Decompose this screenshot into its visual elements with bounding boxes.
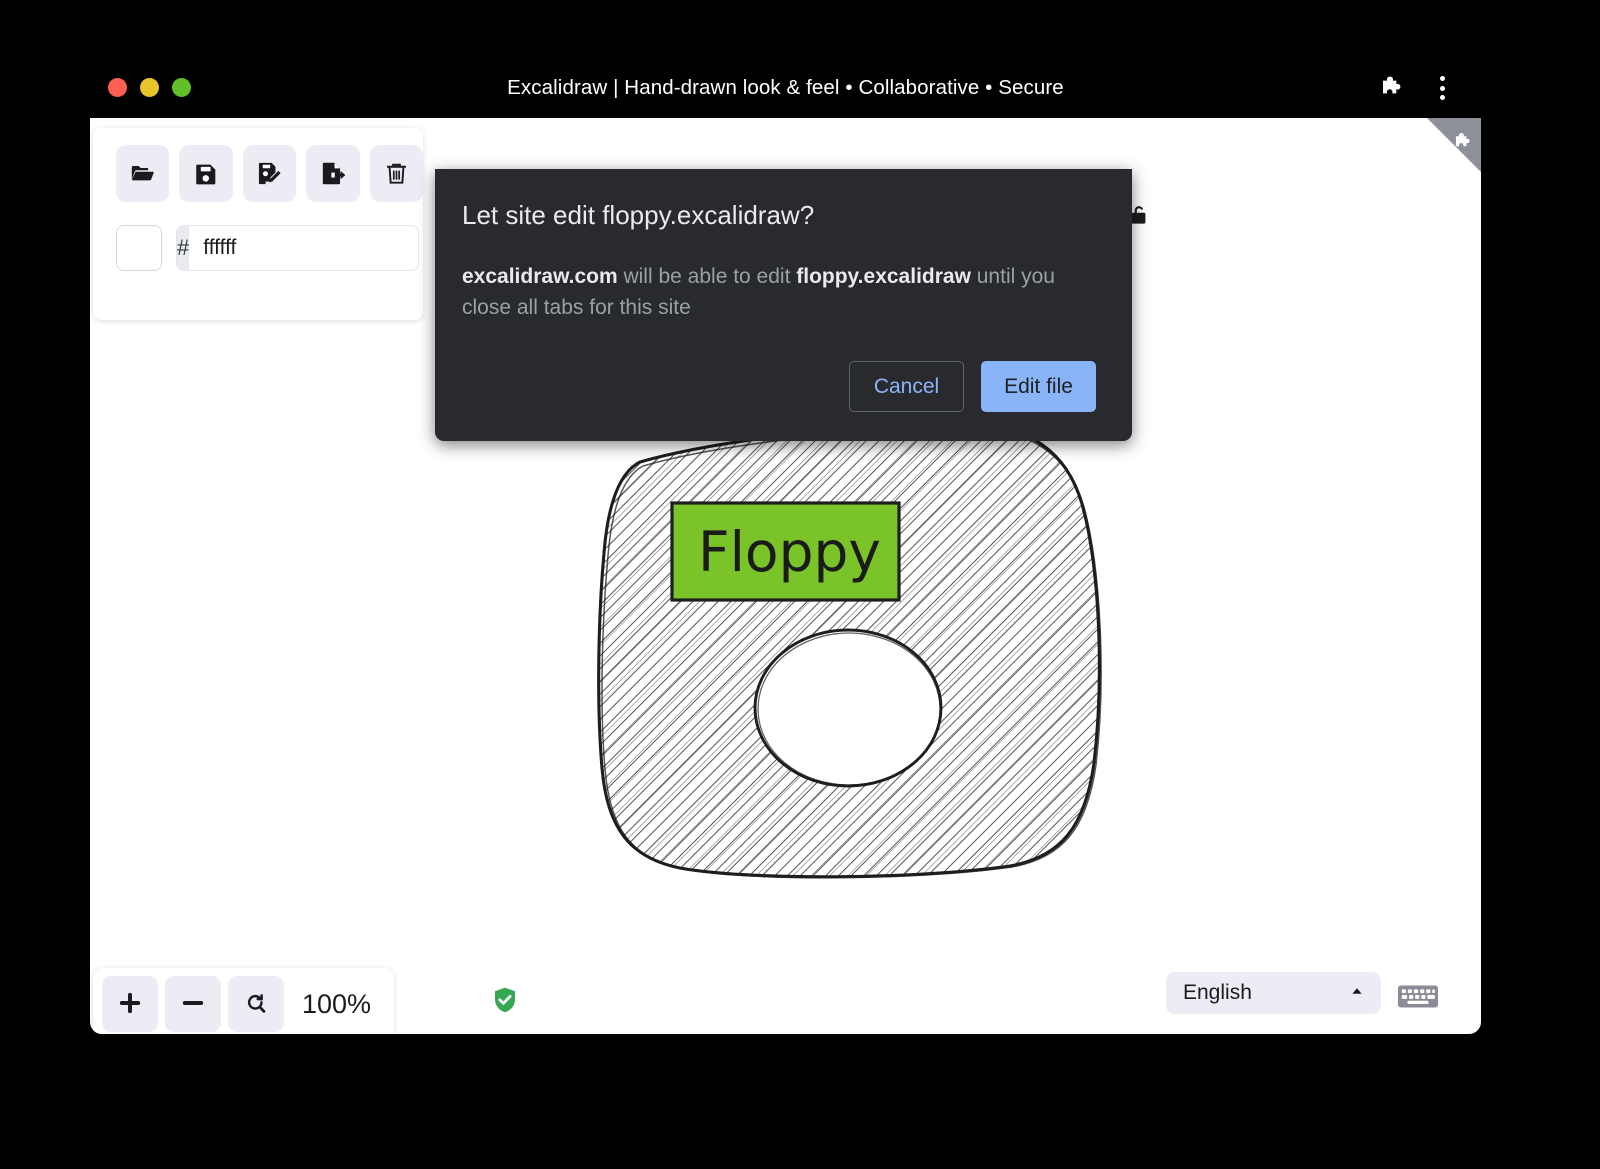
dialog-origin: excalidraw.com [462,265,618,288]
file-export-icon [319,160,346,187]
zoom-out-button[interactable] [165,976,221,1032]
excalidraw-tool-panel: # [93,128,423,320]
background-color-row: # [93,202,423,293]
reset-zoom-button[interactable] [228,976,284,1032]
language-select[interactable]: English [1166,972,1381,1014]
color-hex-field[interactable]: # [176,225,419,271]
floppy-save-icon [193,161,219,187]
dialog-body: excalidraw.com will be able to edit flop… [462,261,1096,323]
dialog-button-row: Cancel Edit file [462,361,1096,412]
minus-icon [179,989,207,1020]
floppy-label: Floppy [672,503,899,600]
color-swatch-preview[interactable] [116,225,162,271]
file-permission-dialog: Let site edit floppy.excalidraw? excalid… [435,169,1132,441]
plus-icon [116,989,144,1020]
edit-file-button[interactable]: Edit file [981,361,1096,412]
save-as-button[interactable] [243,145,296,202]
reset-zoom-icon [242,989,270,1020]
dialog-title: Let site edit floppy.excalidraw? [462,200,1096,231]
dialog-body-middle: will be able to edit [618,265,797,288]
trash-icon [383,160,410,187]
menu-dot [1440,76,1445,81]
dialog-filename: floppy.excalidraw [796,265,971,288]
shield-check-icon[interactable] [490,984,520,1016]
zoom-in-button[interactable] [102,976,158,1032]
save-file-button[interactable] [179,145,232,202]
keyboard-icon[interactable] [1397,980,1439,1012]
save-edit-pencil-icon [256,160,283,187]
color-hex-input[interactable] [189,226,419,270]
puzzle-piece-icon[interactable] [1378,74,1406,102]
chevron-up-icon [1348,982,1366,1005]
three-dot-menu-icon[interactable] [1431,73,1453,103]
folder-open-icon [129,160,156,187]
open-file-button[interactable] [116,145,169,202]
screenshot-root: Excalidraw | Hand-drawn look & feel • Co… [0,0,1600,1169]
delete-canvas-button[interactable] [370,145,423,202]
window-title: Excalidraw | Hand-drawn look & feel • Co… [90,57,1481,118]
cancel-button[interactable]: Cancel [849,361,964,412]
zoom-level-label[interactable]: 100% [291,989,385,1020]
export-file-button[interactable] [306,145,359,202]
corner-ribbon [1421,118,1481,178]
menu-dot [1440,95,1445,100]
excalidraw-canvas-area[interactable]: # [90,118,1481,1034]
floppy-disk-sketch[interactable]: Floppy [580,408,1160,888]
language-label: English [1183,981,1252,1005]
puzzle-piece-icon [1452,131,1474,153]
floppy-label-text: Floppy [698,520,881,584]
menu-dot [1440,86,1445,91]
zoom-panel: 100% [93,968,394,1034]
file-toolbar [93,145,423,202]
hash-prefix-label: # [177,226,189,270]
browser-window: Excalidraw | Hand-drawn look & feel • Co… [90,57,1481,1034]
browser-title-bar: Excalidraw | Hand-drawn look & feel • Co… [90,57,1481,118]
